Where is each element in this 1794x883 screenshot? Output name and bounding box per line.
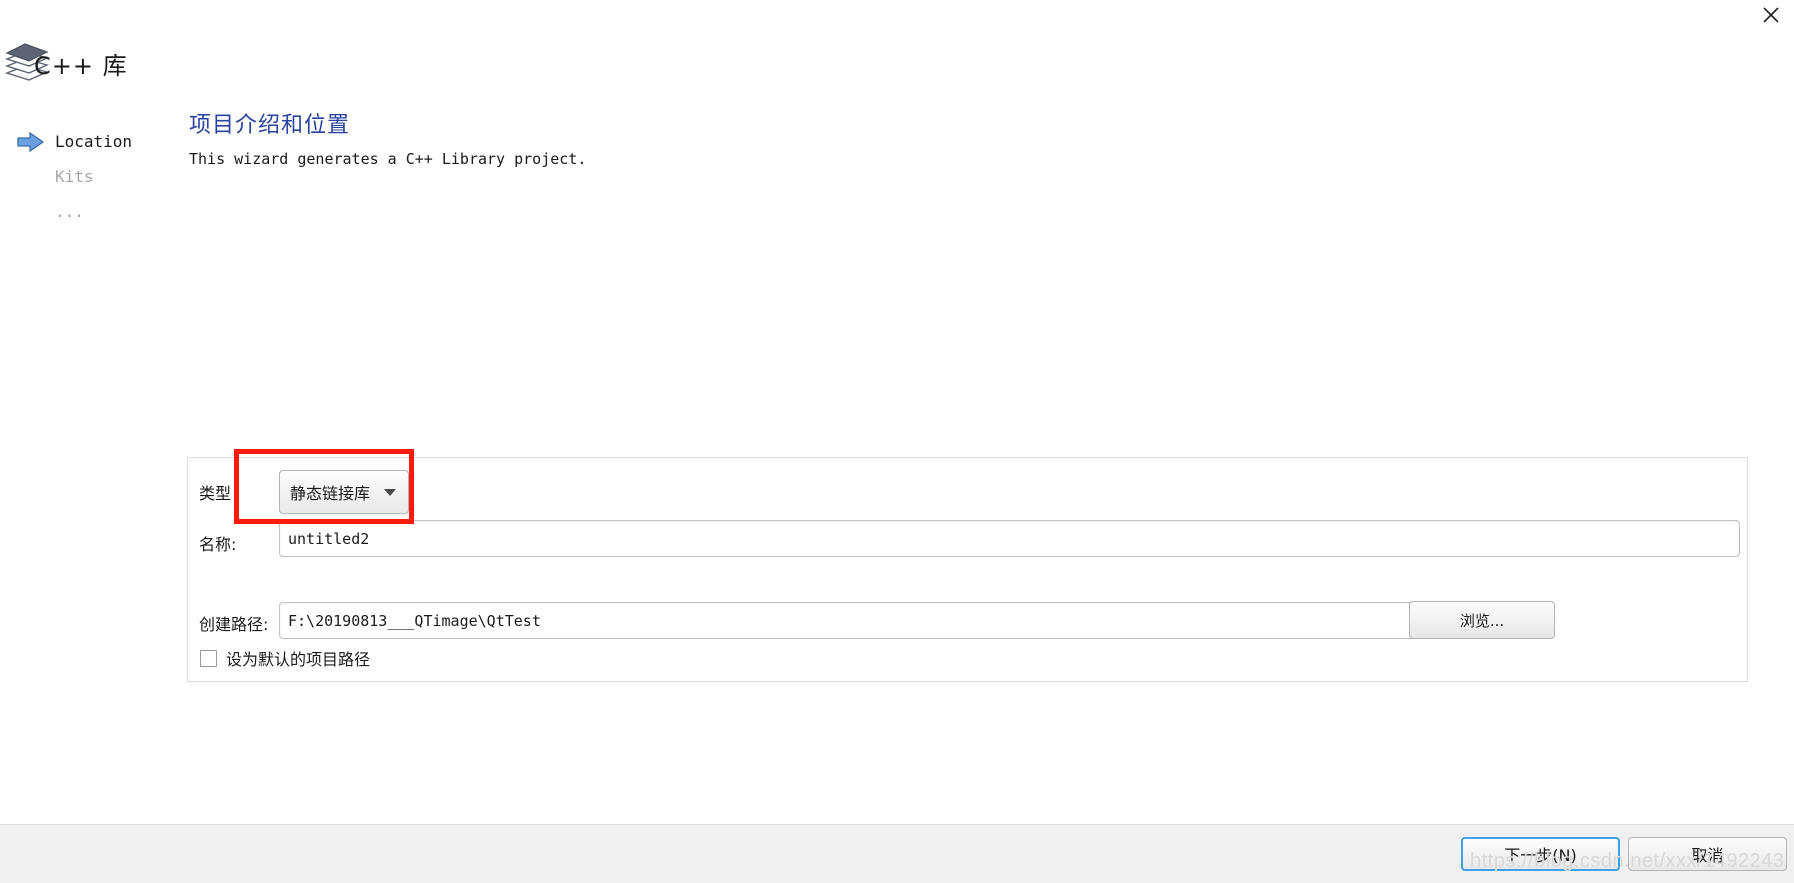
- default-path-checkbox-label: 设为默认的项目路径: [226, 650, 371, 669]
- type-dropdown-value: 静态链接库: [290, 484, 371, 503]
- wizard-title: C++ 库: [34, 52, 128, 80]
- name-input-value: untitled2: [288, 529, 370, 548]
- name-label: 名称:: [199, 535, 237, 554]
- type-label: 类型: [199, 484, 232, 503]
- nav-item-label: Kits: [55, 167, 94, 186]
- default-path-checkbox[interactable]: [200, 649, 217, 667]
- default-path-checkbox-row[interactable]: 设为默认的项目路径: [200, 646, 370, 670]
- nav-item-location[interactable]: Location: [0, 124, 180, 159]
- page-title: 项目介绍和位置: [189, 113, 351, 138]
- name-input[interactable]: untitled2: [279, 520, 1740, 557]
- path-label: 创建路径:: [199, 615, 269, 634]
- project-form-panel: 类型 静态链接库 名称: untitled2 创建路径: F:\20190813…: [187, 457, 1748, 682]
- nav-item-label: Location: [55, 132, 133, 151]
- page-description: This wizard generates a C++ Library proj…: [189, 150, 587, 168]
- nav-item-more[interactable]: ...: [0, 194, 180, 229]
- dialog-footer: 下一步(N) 取消: [0, 824, 1794, 883]
- type-dropdown[interactable]: 静态链接库: [279, 470, 409, 514]
- nav-item-kits[interactable]: Kits: [0, 159, 180, 194]
- cancel-button[interactable]: 取消: [1628, 837, 1787, 871]
- close-icon: [1762, 6, 1780, 24]
- chevron-down-icon: [384, 489, 396, 496]
- path-input[interactable]: F:\20190813___QTimage\QtTest: [279, 602, 1500, 639]
- next-button[interactable]: 下一步(N): [1461, 837, 1620, 871]
- nav-item-label: ...: [55, 202, 84, 221]
- arrow-right-icon: [16, 131, 46, 153]
- next-button-label: 下一步(N): [1504, 846, 1577, 865]
- wizard-step-nav: Location Kits ...: [0, 124, 180, 229]
- path-input-value: F:\20190813___QTimage\QtTest: [288, 611, 541, 630]
- cancel-button-label: 取消: [1691, 846, 1724, 865]
- wizard-dialog: C++ 库 Location Kits ... 项目介绍和位置 This wiz…: [0, 0, 1794, 883]
- close-button[interactable]: [1748, 0, 1794, 30]
- browse-button[interactable]: 浏览...: [1409, 601, 1555, 639]
